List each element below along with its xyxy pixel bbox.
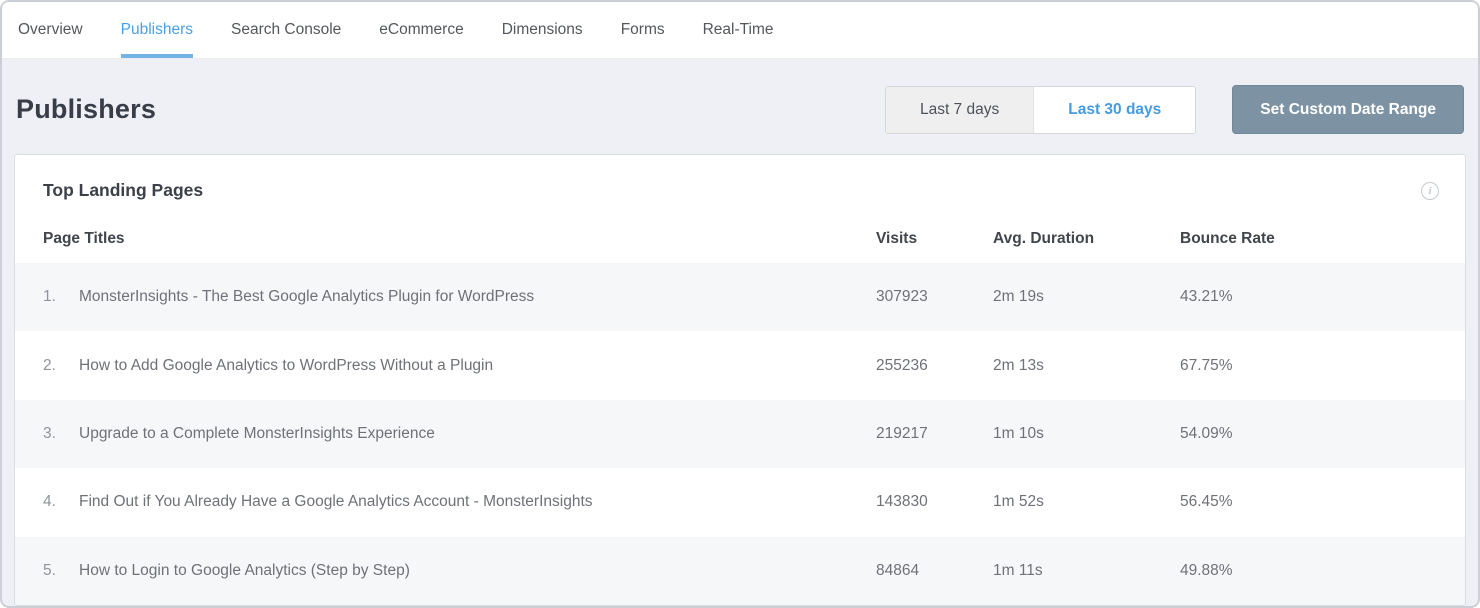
visits-value: 84864 [876, 562, 993, 580]
tab-search-console[interactable]: Search Console [231, 2, 341, 58]
tab-overview[interactable]: Overview [18, 2, 83, 58]
table-row: 3. Upgrade to a Complete MonsterInsights… [15, 400, 1465, 468]
avg-duration-value: 1m 11s [993, 562, 1180, 580]
row-rank: 4. [43, 493, 79, 511]
table-row: 1. MonsterInsights - The Best Google Ana… [15, 263, 1465, 331]
table-row: 2. How to Add Google Analytics to WordPr… [15, 331, 1465, 399]
page-header: Publishers Last 7 days Last 30 days Set … [14, 59, 1466, 154]
page-title-value[interactable]: MonsterInsights - The Best Google Analyt… [79, 288, 534, 306]
page-title-cell: 3. Upgrade to a Complete MonsterInsights… [43, 425, 876, 443]
date-range-toggle: Last 7 days Last 30 days [885, 86, 1196, 134]
visits-value: 219217 [876, 425, 993, 443]
column-header-bounce-rate: Bounce Rate [1180, 230, 1437, 248]
publishers-page: Publishers Last 7 days Last 30 days Set … [2, 59, 1478, 606]
page-title-cell: 5. How to Login to Google Analytics (Ste… [43, 562, 876, 580]
report-tab-bar: Overview Publishers Search Console eComm… [2, 2, 1478, 59]
bounce-rate-value: 67.75% [1180, 357, 1437, 375]
last-7-days-button[interactable]: Last 7 days [886, 87, 1033, 133]
publishers-report-window: Overview Publishers Search Console eComm… [0, 0, 1480, 608]
visits-value: 143830 [876, 493, 993, 511]
bounce-rate-value: 43.21% [1180, 288, 1437, 306]
tab-real-time[interactable]: Real-Time [703, 2, 774, 58]
set-custom-date-range-button[interactable]: Set Custom Date Range [1232, 85, 1464, 134]
table-header-row: Page Titles Visits Avg. Duration Bounce … [15, 215, 1465, 263]
row-rank: 1. [43, 288, 79, 306]
top-landing-pages-card: Top Landing Pages i Page Titles Visits A… [14, 154, 1466, 606]
row-rank: 5. [43, 562, 79, 580]
page-title-value[interactable]: Upgrade to a Complete MonsterInsights Ex… [79, 425, 435, 443]
bounce-rate-value: 54.09% [1180, 425, 1437, 443]
visits-value: 255236 [876, 357, 993, 375]
bounce-rate-value: 56.45% [1180, 493, 1437, 511]
page-title: Publishers [16, 94, 156, 125]
table-row: 5. How to Login to Google Analytics (Ste… [15, 537, 1465, 605]
avg-duration-value: 1m 10s [993, 425, 1180, 443]
page-title-value[interactable]: How to Login to Google Analytics (Step b… [79, 562, 410, 580]
row-rank: 3. [43, 425, 79, 443]
page-title-cell: 4. Find Out if You Already Have a Google… [43, 493, 876, 511]
page-title-cell: 2. How to Add Google Analytics to WordPr… [43, 357, 876, 375]
tab-forms[interactable]: Forms [621, 2, 665, 58]
avg-duration-value: 2m 13s [993, 357, 1180, 375]
column-header-visits: Visits [876, 230, 993, 248]
page-title-value[interactable]: How to Add Google Analytics to WordPress… [79, 357, 493, 375]
tab-ecommerce[interactable]: eCommerce [379, 2, 463, 58]
row-rank: 2. [43, 357, 79, 375]
tab-publishers[interactable]: Publishers [121, 2, 193, 58]
page-title-cell: 1. MonsterInsights - The Best Google Ana… [43, 288, 876, 306]
table-body: 1. MonsterInsights - The Best Google Ana… [15, 263, 1465, 605]
tab-dimensions[interactable]: Dimensions [502, 2, 583, 58]
last-30-days-button[interactable]: Last 30 days [1033, 87, 1195, 133]
info-icon[interactable]: i [1421, 182, 1439, 200]
bounce-rate-value: 49.88% [1180, 562, 1437, 580]
avg-duration-value: 2m 19s [993, 288, 1180, 306]
date-range-controls: Last 7 days Last 30 days Set Custom Date… [885, 85, 1464, 134]
avg-duration-value: 1m 52s [993, 493, 1180, 511]
column-header-avg-duration: Avg. Duration [993, 230, 1180, 248]
page-title-value[interactable]: Find Out if You Already Have a Google An… [79, 493, 593, 511]
visits-value: 307923 [876, 288, 993, 306]
table-row: 4. Find Out if You Already Have a Google… [15, 468, 1465, 536]
card-header: Top Landing Pages i [15, 155, 1465, 215]
column-header-page-titles: Page Titles [43, 230, 876, 248]
card-title: Top Landing Pages [43, 180, 203, 201]
